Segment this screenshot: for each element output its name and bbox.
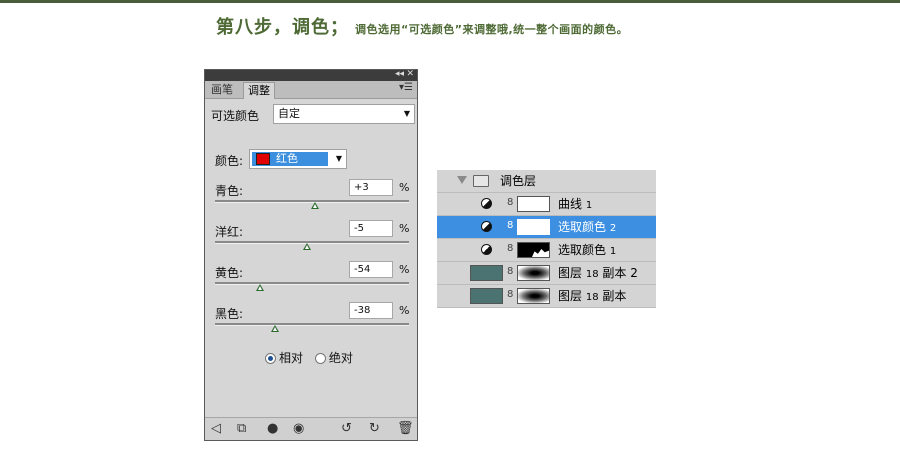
step-heading-main: 第八步，调色； (216, 17, 349, 38)
adjustment-layer-icon (481, 244, 492, 255)
slider-cyan: 青色: +3 % (215, 179, 409, 219)
adjustments-panel: ◂◂ ✕ 画笔 调整 ▾☰ 可选颜色 自定 ▼ 颜色: 红色 ▼ 青色: +3 … (204, 69, 418, 441)
slider-label: 青色: (215, 184, 244, 198)
layer-group-row[interactable]: 调色层 (437, 170, 656, 193)
percent-unit: % (399, 181, 410, 194)
adjustment-type-label: 可选颜色 (211, 109, 260, 123)
layer-mask-thumbnail[interactable] (517, 242, 550, 258)
layer-row[interactable]: 8 曲线 1 (437, 193, 656, 216)
slider-thumb[interactable] (271, 325, 280, 332)
slider-value-input[interactable]: +3 (349, 179, 393, 196)
slider-black: 黑色: -38 % (215, 302, 409, 342)
back-arrow-icon[interactable]: ◁ (211, 421, 221, 437)
layer-mask-thumbnail[interactable] (517, 196, 550, 212)
slider-value-input[interactable]: -5 (349, 220, 393, 237)
slider-value-input[interactable]: -38 (349, 302, 393, 319)
layer-row-selected[interactable]: 8 选取颜色 2 (437, 216, 656, 239)
panel-bottom-toolbar: ◁ ⧉ ● ◉ ↺ ↻ 🗑 (205, 417, 417, 440)
color-swatch (256, 153, 270, 165)
visibility-eye-icon[interactable]: ◉ (293, 421, 304, 437)
layer-name: 曲线 1 (558, 197, 593, 211)
slider-thumb[interactable] (310, 202, 319, 209)
expand-view-icon[interactable]: ⧉ (237, 421, 246, 437)
link-chain-icon: 8 (507, 220, 514, 231)
method-radio-group: 相对 绝对 (265, 349, 361, 366)
layer-thumbnail[interactable] (470, 288, 503, 304)
color-value: 红色 (276, 152, 298, 165)
link-chain-icon: 8 (507, 289, 514, 300)
preset-value: 自定 (278, 107, 300, 120)
layer-group-name: 调色层 (500, 174, 537, 188)
layer-row[interactable]: 8 图层 18 副本 (437, 285, 656, 308)
radio-absolute-label: 绝对 (328, 351, 353, 365)
layer-row[interactable]: 8 选取颜色 1 (437, 239, 656, 262)
radio-relative-label: 相对 (279, 351, 304, 365)
top-divider-line (0, 0, 900, 3)
expand-triangle-icon[interactable] (457, 176, 467, 184)
slider-track[interactable] (215, 282, 409, 285)
adjustment-layer-icon (481, 198, 492, 209)
tab-brush[interactable]: 画笔 (207, 82, 237, 98)
panel-title-bar[interactable]: ◂◂ ✕ (205, 69, 417, 81)
adjustment-layer-icon (481, 221, 492, 232)
layer-mask-thumbnail[interactable] (517, 265, 550, 281)
slider-thumb[interactable] (303, 243, 312, 250)
link-chain-icon: 8 (507, 266, 514, 277)
radio-relative[interactable]: 相对 (265, 349, 303, 366)
slider-track[interactable] (215, 323, 409, 326)
layer-name: 选取颜色 2 (558, 220, 617, 234)
layers-panel: 调色层 8 曲线 1 8 选取颜色 2 8 选取颜色 1 8 图层 18 副本 … (437, 170, 656, 308)
slider-yellow: 黄色: -54 % (215, 261, 409, 301)
folder-icon (473, 175, 489, 187)
slider-track[interactable] (215, 241, 409, 244)
chevron-down-icon: ▼ (335, 154, 342, 163)
color-highlight: 红色 (252, 152, 328, 166)
trash-icon[interactable]: 🗑 (397, 421, 414, 437)
radio-unselected-icon[interactable] (314, 353, 326, 364)
reset-icon[interactable]: ↻ (369, 421, 380, 437)
preset-dropdown[interactable]: 自定 ▼ (273, 104, 415, 124)
color-dropdown[interactable]: 红色 ▼ (249, 149, 347, 169)
slider-label: 洋红: (215, 225, 244, 239)
link-chain-icon: 8 (507, 197, 514, 208)
layer-mask-thumbnail[interactable] (517, 288, 550, 304)
close-panel-icon[interactable]: ✕ (406, 69, 414, 80)
link-chain-icon: 8 (507, 243, 514, 254)
slider-value-input[interactable]: -54 (349, 261, 393, 278)
view-previous-state-icon[interactable]: ↺ (341, 421, 352, 437)
collapse-panel-icon[interactable]: ◂◂ (395, 69, 404, 80)
step-heading: 第八步，调色； 调色选用“可选颜色”来调整哦,统一整个画面的颜色。 (216, 13, 628, 39)
color-label: 颜色: (215, 154, 244, 168)
chevron-down-icon: ▼ (403, 109, 410, 118)
layer-name: 选取颜色 1 (558, 243, 617, 257)
panel-tab-bar: 画笔 调整 ▾☰ (205, 81, 417, 99)
mask-shape (532, 249, 549, 257)
layer-name: 图层 18 副本 (558, 289, 627, 303)
radio-selected-icon[interactable] (265, 353, 276, 364)
tab-adjustments[interactable]: 调整 (243, 82, 275, 99)
slider-label: 黄色: (215, 266, 244, 280)
percent-unit: % (399, 263, 410, 276)
percent-unit: % (399, 304, 410, 317)
slider-magenta: 洋红: -5 % (215, 220, 409, 260)
layer-mask-thumbnail[interactable] (517, 219, 550, 235)
slider-label: 黑色: (215, 307, 244, 321)
radio-absolute[interactable]: 绝对 (314, 349, 353, 366)
clip-to-layer-icon[interactable]: ● (267, 421, 278, 437)
panel-menu-icon[interactable]: ▾☰ (399, 82, 413, 93)
layer-thumbnail[interactable] (470, 265, 503, 281)
slider-thumb[interactable] (255, 284, 264, 291)
percent-unit: % (399, 222, 410, 235)
layer-name: 图层 18 副本 2 (558, 266, 638, 280)
layer-row[interactable]: 8 图层 18 副本 2 (437, 262, 656, 285)
step-heading-sub: 调色选用“可选颜色”来调整哦,统一整个画面的颜色。 (355, 23, 629, 36)
